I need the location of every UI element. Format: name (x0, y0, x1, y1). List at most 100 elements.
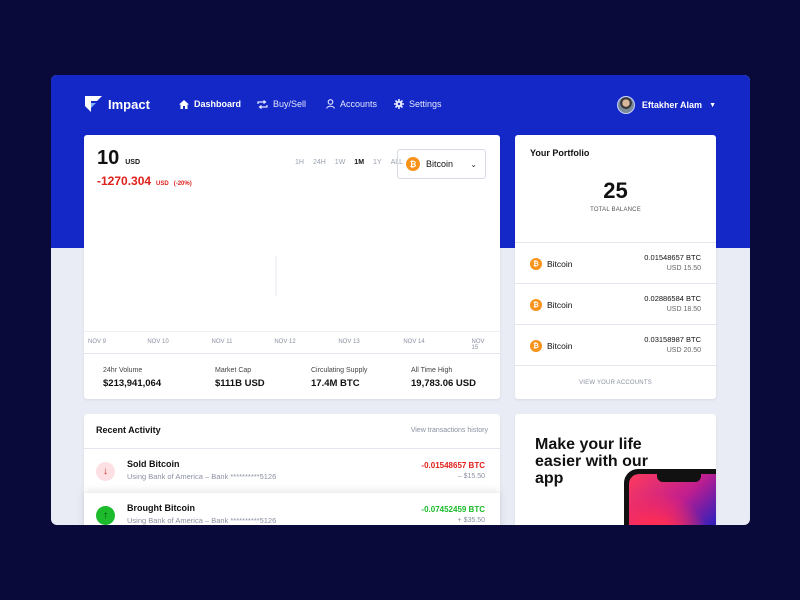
bitcoin-icon: ₿ (530, 340, 542, 352)
total-balance: 25 TOTAL BALANCE (515, 178, 716, 213)
nav-accounts[interactable]: Accounts (326, 99, 377, 109)
x-tick: NOV 11 (211, 339, 233, 345)
activity-name: Sold Bitcoin (127, 459, 180, 469)
portfolio-card: Your Portfolio 25 TOTAL BALANCE ₿ Bitcoi… (515, 135, 716, 399)
range-1m[interactable]: 1M (354, 159, 364, 166)
stat-value: $213,941,064 (103, 378, 162, 389)
activity-btc: -0.07452459 BTC (421, 505, 485, 514)
stat-label: 24hr Volume (103, 367, 143, 374)
x-tick: NOV 14 (403, 339, 425, 345)
stat-value: $111B USD (215, 378, 265, 389)
nav-buy-sell-label: Buy/Sell (273, 99, 307, 109)
holding-usd: USD 18.50 (666, 306, 701, 313)
x-tick: NOV 12 (274, 339, 296, 345)
nav-dashboard-label: Dashboard (194, 99, 242, 109)
holding-name: ₿ Bitcoin (530, 258, 573, 270)
user-name: Eftakher Alam (641, 100, 703, 110)
holding-row[interactable]: ₿ Bitcoin 0.01548657 BTC USD 15.50 (515, 242, 716, 283)
bitcoin-icon: ₿ (530, 299, 542, 311)
price-change: -1270.304 USD (-20%) (97, 174, 192, 188)
nav-settings-label: Settings (409, 99, 442, 109)
arrow-down-icon: ↓ (96, 462, 115, 481)
market-stats: 24hr Volume $213,941,064 Market Cap $111… (84, 353, 500, 399)
phone-notch (657, 474, 701, 482)
holding-row[interactable]: ₿ Bitcoin 0.03158987 BTC USD 20.50 (515, 324, 716, 365)
stat-label: Market Cap (215, 367, 252, 374)
recent-activity-card: Recent Activity View transactions histor… (84, 414, 500, 525)
stat-value: 19,783.06 USD (411, 378, 476, 389)
coin-select[interactable]: ₿ Bitcoin ⌄ (397, 149, 486, 179)
range-24h[interactable]: 24H (313, 159, 326, 166)
activity-usd: – $15.50 (457, 473, 485, 480)
current-price: 10 USD (97, 147, 140, 170)
x-tick: NOV 15 (471, 339, 485, 351)
activity-row[interactable]: ↓ Sold Bitcoin Using Bank of America – B… (84, 448, 500, 493)
transactions-history-link[interactable]: View transactions history (411, 427, 488, 434)
range-1y[interactable]: 1Y (373, 159, 382, 166)
bitcoin-icon: ₿ (406, 157, 420, 171)
change-value: -1270.304 (97, 174, 152, 188)
holding-btc: 0.01548657 BTC (644, 253, 701, 262)
holding-name: ₿ Bitcoin (530, 299, 573, 311)
stat-value: 17.4M BTC (311, 378, 360, 389)
holding-name: ₿ Bitcoin (530, 340, 573, 352)
app-promo-card[interactable]: Make your life easier with our app (515, 414, 716, 525)
range-selector: 1H 24H 1W 1M 1Y ALL (295, 159, 403, 166)
logo-icon (85, 96, 102, 112)
chevron-down-icon: ⌄ (470, 159, 477, 169)
user-icon (326, 99, 335, 109)
nav-dashboard[interactable]: Dashboard (179, 99, 241, 109)
gear-icon (394, 99, 404, 109)
nav-settings[interactable]: Settings (394, 99, 442, 109)
home-icon (179, 99, 189, 109)
phone-screen (629, 474, 716, 525)
holding-amount: 0.03158987 BTC USD 20.50 (644, 335, 701, 354)
stat-circulating-supply: Circulating Supply 17.4M BTC (311, 367, 367, 389)
balance-label: TOTAL BALANCE (590, 207, 641, 213)
bitcoin-icon: ₿ (530, 258, 542, 270)
nav-buy-sell[interactable]: Buy/Sell (257, 99, 306, 109)
stat-label: Circulating Supply (311, 367, 368, 374)
change-percent: (-20%) (173, 181, 192, 187)
x-tick: NOV 13 (338, 339, 360, 345)
brand-name: Impact (108, 96, 150, 112)
user-menu[interactable]: Eftakher Alam ▼ (616, 96, 716, 114)
activity-usd: + $35.50 (457, 517, 485, 524)
coin-select-value: Bitcoin (426, 159, 454, 169)
activity-subtitle: Using Bank of America – Bank **********5… (127, 516, 277, 525)
holding-amount: 0.02886584 BTC USD 18.50 (644, 294, 701, 313)
x-tick: NOV 10 (147, 339, 169, 345)
activity-title: Recent Activity (96, 425, 161, 435)
range-1w[interactable]: 1W (335, 159, 346, 166)
stat-all-time-high: All Time High 19,783.06 USD (411, 367, 476, 389)
top-nav: Impact Dashboard Buy/Sell Accounts Setti… (51, 75, 750, 135)
holding-row[interactable]: ₿ Bitcoin 0.02886584 BTC USD 18.50 (515, 283, 716, 324)
app-window: Impact Dashboard Buy/Sell Accounts Setti… (51, 75, 750, 525)
brand-logo[interactable]: Impact (85, 96, 150, 112)
nav-accounts-label: Accounts (340, 99, 378, 109)
stat-market-cap: Market Cap $111B USD (215, 367, 265, 389)
holding-name-label: Bitcoin (547, 259, 573, 269)
holding-btc: 0.03158987 BTC (644, 335, 701, 344)
range-1h[interactable]: 1H (295, 159, 304, 166)
view-accounts-link[interactable]: VIEW YOUR ACCOUNTS (515, 365, 716, 399)
price-chart-card: 10 USD -1270.304 USD (-20%) 1H 24H 1W 1M… (84, 135, 500, 399)
repeat-icon (257, 99, 268, 109)
price-unit: USD (125, 159, 141, 166)
chevron-down-icon: ▼ (709, 101, 716, 109)
holding-name-label: Bitcoin (547, 300, 573, 310)
activity-subtitle: Using Bank of America – Bank **********5… (127, 472, 277, 481)
holding-usd: USD 20.50 (666, 347, 701, 354)
stat-label: All Time High (411, 367, 453, 374)
stat-volume: 24hr Volume $213,941,064 (103, 367, 161, 389)
portfolio-title: Your Portfolio (530, 148, 590, 158)
x-axis: NOV 9 NOV 10 NOV 11 NOV 12 NOV 13 NOV 14… (84, 331, 500, 351)
price-value: 10 (97, 147, 120, 169)
change-unit: USD (156, 181, 169, 187)
holding-amount: 0.01548657 BTC USD 15.50 (644, 253, 701, 272)
x-tick: NOV 9 (87, 339, 107, 345)
arrow-up-icon: ↑ (96, 506, 115, 525)
activity-row[interactable]: ↑ Brought Bitcoin Using Bank of America … (84, 493, 500, 525)
holding-usd: USD 15.50 (666, 265, 701, 272)
activity-btc: -0.01548657 BTC (421, 461, 485, 470)
